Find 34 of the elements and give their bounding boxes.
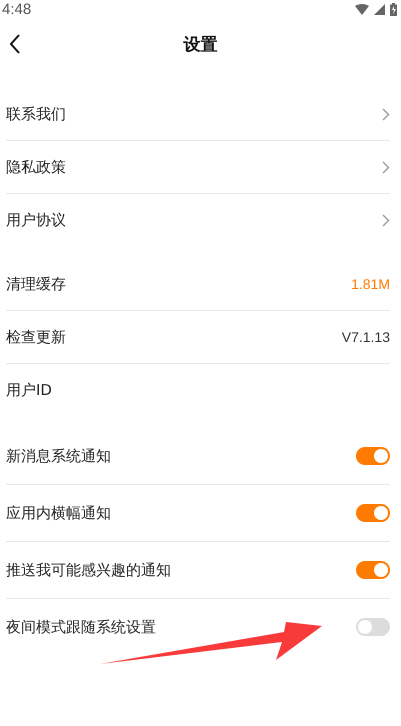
setting-value: 1.81M bbox=[351, 276, 390, 292]
settings-row[interactable]: 推送我可能感兴趣的通知 bbox=[6, 542, 390, 599]
settings-row[interactable]: 联系我们 bbox=[6, 88, 390, 141]
setting-label: 推送我可能感兴趣的通知 bbox=[6, 560, 171, 580]
settings-row[interactable]: 用户ID bbox=[6, 364, 390, 416]
chevron-right-icon bbox=[382, 160, 390, 174]
settings-row[interactable]: 清理缓存 1.81M bbox=[6, 258, 390, 311]
page-title: 设置 bbox=[184, 34, 218, 56]
toggle-switch[interactable] bbox=[356, 618, 390, 636]
settings-row[interactable]: 用户协议 bbox=[6, 194, 390, 246]
settings-row[interactable]: 夜间模式跟随系统设置 bbox=[6, 599, 390, 655]
setting-label: 检查更新 bbox=[6, 328, 66, 346]
settings-row[interactable]: 隐私政策 bbox=[6, 141, 390, 194]
settings-row[interactable]: 检查更新 V7.1.13 bbox=[6, 311, 390, 364]
settings-row[interactable]: 应用内横幅通知 bbox=[6, 485, 390, 542]
setting-label: 用户协议 bbox=[6, 210, 66, 230]
setting-label: 用户ID bbox=[6, 380, 52, 400]
setting-label: 新消息系统通知 bbox=[6, 446, 111, 466]
chevron-right-icon bbox=[382, 214, 390, 226]
setting-label: 夜间模式跟随系统设置 bbox=[6, 618, 156, 636]
chevron-right-icon bbox=[382, 108, 390, 120]
toggle-switch[interactable] bbox=[356, 504, 390, 522]
setting-label: 隐私政策 bbox=[6, 158, 66, 176]
battery-icon bbox=[390, 2, 397, 16]
settings-row[interactable]: 新消息系统通知 bbox=[6, 428, 390, 485]
toggle-switch[interactable] bbox=[356, 561, 390, 579]
setting-label: 应用内横幅通知 bbox=[6, 504, 111, 522]
wifi-icon bbox=[355, 4, 369, 14]
setting-label: 联系我们 bbox=[6, 104, 66, 124]
setting-label: 清理缓存 bbox=[6, 274, 66, 294]
signal-icon bbox=[374, 4, 385, 14]
toggle-switch[interactable] bbox=[356, 447, 390, 465]
setting-value: V7.1.13 bbox=[342, 329, 390, 345]
status-time: 4:48 bbox=[2, 0, 32, 18]
